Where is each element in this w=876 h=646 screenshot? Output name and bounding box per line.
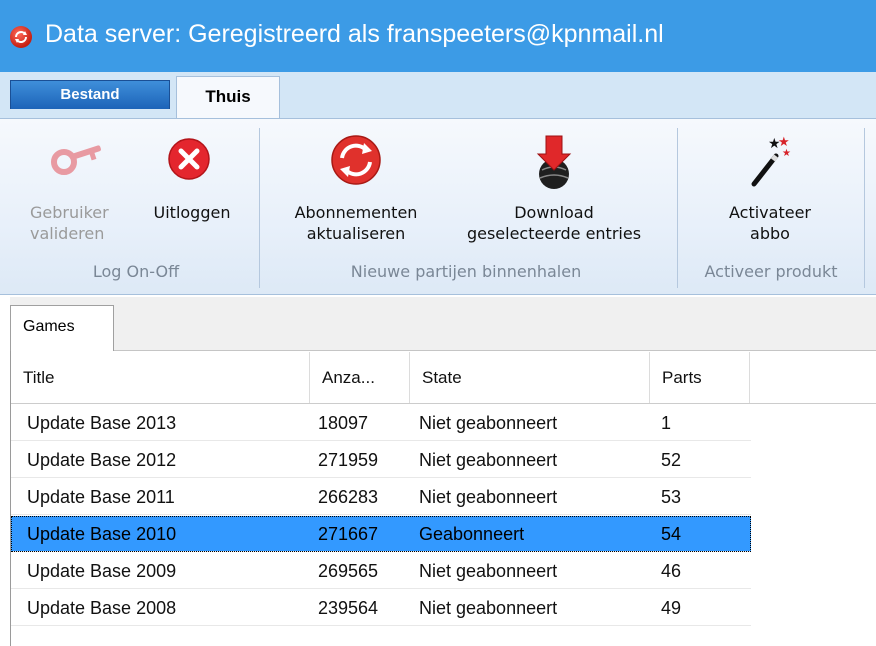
update-subscriptions-label: Abonnementen (294, 203, 418, 222)
cell-parts: 46 (661, 561, 682, 581)
table-row-selected[interactable]: Update Base 2010 271667 Geabonneert 54 (11, 516, 751, 552)
cell-parts: 54 (661, 524, 682, 544)
activate-subscription-button[interactable]: ★ ★ ★ Activateer abbo (682, 130, 858, 260)
group-label-activate: Activeer produkt (704, 262, 838, 281)
cell-count: 271667 (318, 524, 379, 544)
logout-label: Uitloggen (153, 203, 231, 222)
tab-thuis[interactable]: Thuis (176, 76, 280, 119)
table-row[interactable]: Update Base 2013 18097 Niet geabonneert … (11, 405, 751, 441)
cell-parts: 1 (661, 413, 672, 433)
cell-count: 18097 (318, 413, 369, 433)
tab-bestand[interactable]: Bestand (10, 80, 170, 109)
cell-parts: 52 (661, 450, 682, 470)
table-row[interactable]: Update Base 2009 269565 Niet geabonneert… (11, 553, 751, 589)
update-subscriptions-label-2: aktualiseren (306, 224, 406, 243)
table-header: Title Anza... State Parts (11, 352, 876, 404)
table-row[interactable]: Update Base 2012 271959 Niet geabonneert… (11, 442, 751, 478)
download-selected-label: Download (514, 203, 594, 222)
cell-parts: 53 (661, 487, 682, 507)
svg-text:★: ★ (782, 148, 791, 159)
cell-count: 239564 (318, 598, 379, 618)
key-icon (50, 138, 106, 187)
magic-wand-icon: ★ ★ ★ (746, 134, 794, 195)
window-title: Data server: Geregistreerd als franspeet… (45, 20, 664, 48)
column-header-count[interactable]: Anza... (310, 352, 410, 403)
app-refresh-icon[interactable] (10, 26, 32, 48)
title-bar: Data server: Geregistreerd als franspeet… (0, 0, 876, 72)
download-icon (528, 134, 580, 195)
column-header-state[interactable]: State (410, 352, 650, 403)
column-header-title[interactable]: Title (11, 352, 310, 403)
cell-state: Niet geabonneert (419, 598, 558, 618)
download-selected-label-2: geselecteerde entries (466, 224, 642, 243)
cell-title: Update Base 2008 (27, 598, 177, 618)
table-row[interactable]: Update Base 2011 266283 Niet geabonneert… (11, 479, 751, 515)
cell-count: 269565 (318, 561, 379, 581)
cell-state: Niet geabonneert (419, 450, 558, 470)
cell-title: Update Base 2009 (27, 561, 177, 581)
validate-user-label: Gebruiker (30, 203, 109, 222)
validate-user-button[interactable]: Gebruiker valideren (22, 130, 134, 260)
tab-games[interactable]: Games (10, 305, 114, 351)
document-tab-strip: Games (10, 297, 876, 351)
group-label-new-games: Nieuwe partijen binnenhalen (350, 262, 582, 281)
validate-user-label-2: valideren (30, 224, 105, 243)
ribbon-separator (677, 128, 678, 288)
ribbon-tab-row: Bestand Thuis (0, 72, 876, 119)
cell-state: Geabonneert (419, 524, 525, 544)
update-subscriptions-button[interactable]: Abonnementen aktualiseren (266, 130, 446, 260)
cell-count: 271959 (318, 450, 379, 470)
cell-state: Niet geabonneert (419, 413, 558, 433)
cell-parts: 49 (661, 598, 682, 618)
cell-title: Update Base 2011 (27, 487, 175, 507)
refresh-icon (328, 134, 384, 191)
cell-count: 266283 (318, 487, 379, 507)
close-circle-icon (166, 136, 212, 187)
download-selected-button[interactable]: Download geselecteerde entries (444, 130, 664, 260)
cell-state: Niet geabonneert (419, 487, 558, 507)
ribbon-separator (259, 128, 260, 288)
logout-button[interactable]: Uitloggen (136, 130, 248, 260)
table-row[interactable]: Update Base 2008 239564 Niet geabonneert… (11, 590, 751, 626)
cell-title: Update Base 2010 (27, 524, 177, 544)
cell-title: Update Base 2013 (27, 413, 177, 433)
cell-title: Update Base 2012 (27, 450, 177, 470)
column-header-parts[interactable]: Parts (650, 352, 750, 403)
ribbon-separator (864, 128, 865, 288)
cell-state: Niet geabonneert (419, 561, 558, 581)
activate-subscription-label-2: abbo (750, 224, 790, 243)
activate-subscription-label: Activateer (729, 203, 811, 222)
group-label-logon: Log On-Off (92, 262, 180, 281)
